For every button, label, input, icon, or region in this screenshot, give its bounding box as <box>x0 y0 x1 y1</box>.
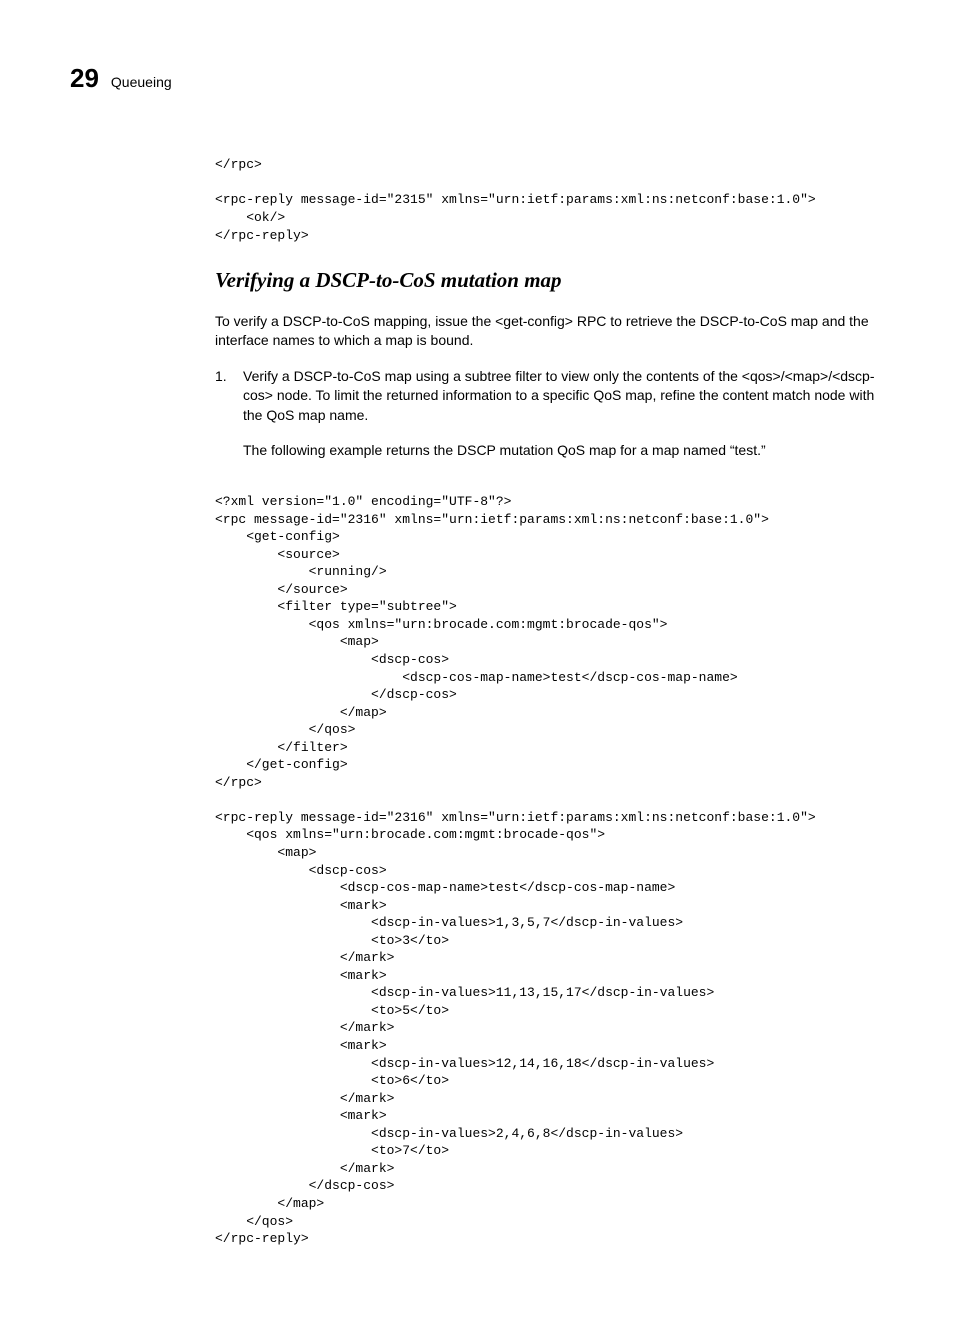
step-paragraph-1: Verify a DSCP-to-CoS map using a subtree… <box>243 367 884 426</box>
code-block-main-example: <?xml version="1.0" encoding="UTF-8"?> <… <box>215 493 884 1248</box>
step-number: 1. <box>215 367 233 477</box>
step-paragraph-2: The following example returns the DSCP m… <box>243 441 884 461</box>
intro-paragraph: To verify a DSCP-to-CoS mapping, issue t… <box>215 312 884 351</box>
page-header: 29 Queueing <box>70 60 884 96</box>
page-content: </rpc> <rpc-reply message-id="2315" xmln… <box>215 156 884 1247</box>
step-body: Verify a DSCP-to-CoS map using a subtree… <box>243 367 884 477</box>
chapter-number: 29 <box>70 60 99 96</box>
chapter-title: Queueing <box>111 73 172 93</box>
code-block-rpc-reply-top: </rpc> <rpc-reply message-id="2315" xmln… <box>215 156 884 244</box>
procedure-step-1: 1. Verify a DSCP-to-CoS map using a subt… <box>215 367 884 477</box>
section-heading: Verifying a DSCP-to-CoS mutation map <box>215 266 884 295</box>
